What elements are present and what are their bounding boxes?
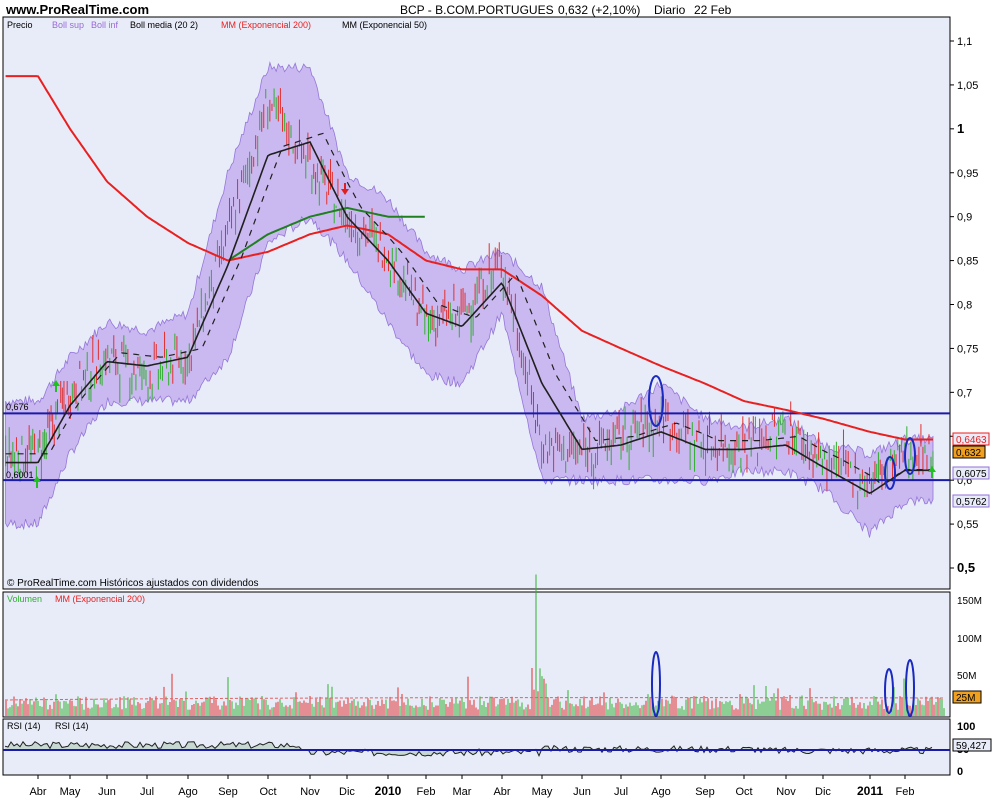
rsi-tick-100: 100 (957, 721, 975, 733)
price-badges: 0,6463 0,632 0,6075 0,5762 (952, 432, 990, 508)
volume-axis: 150M 100M 50M 25M (952, 596, 982, 704)
price-tick-label: 0,9 (957, 212, 972, 224)
price-tick-label: 0,75 (957, 343, 978, 355)
instrument-title: BCP - B.COM.PORTUGUES (400, 3, 554, 17)
x-tick-label: Feb (896, 786, 915, 798)
hline-lower-label: 0,6001 (6, 470, 34, 480)
x-tick-label: 2010 (375, 784, 402, 798)
x-tick-label: May (60, 786, 81, 798)
site-name[interactable]: www.ProRealTime.com (5, 2, 149, 17)
price-tick-label: 0,55 (957, 519, 978, 531)
price-tick-label: 1,1 (957, 36, 972, 48)
price-tick-label: 0,85 (957, 256, 978, 268)
price-tick-label: 1 (957, 121, 964, 136)
price-axis: 1,11,0510,950,90,850,80,750,70,650,60,55… (950, 36, 978, 575)
badge-ema200: 0,6463 (956, 435, 987, 446)
x-tick-label: Ago (178, 786, 198, 798)
legend-volume: Volumen (7, 594, 42, 604)
x-tick-label: May (532, 786, 553, 798)
x-tick-label: Abr (29, 786, 46, 798)
legend-vol-ema: MM (Exponencial 200) (55, 594, 145, 604)
legend-rsi-b: RSI (14) (55, 721, 89, 731)
price-tick-label: 0,5 (957, 560, 975, 575)
legend-boll-inf: Boll inf (91, 20, 119, 30)
badge-upper: 0,6075 (956, 469, 987, 480)
volume-panel (2, 591, 951, 718)
x-tick-label: Sep (218, 786, 238, 798)
x-tick-label: Feb (417, 786, 436, 798)
x-tick-label: Jul (140, 786, 154, 798)
vol-tick-100: 100M (957, 634, 982, 645)
x-tick-label: Jun (573, 786, 591, 798)
legend-boll-media: Boll media (20 2) (130, 20, 198, 30)
stock-chart: www.ProRealTime.com BCP - B.COM.PORTUGUE… (2, 2, 992, 798)
vol-tick-150: 150M (957, 596, 982, 607)
rsi-axis: 100 50 0 59,427 (952, 721, 992, 778)
x-tick-label: Mar (453, 786, 472, 798)
rsi-tick-0: 0 (957, 766, 963, 778)
vol-tick-50: 50M (957, 671, 976, 682)
price-tick-label: 0,7 (957, 387, 972, 399)
x-tick-label: Oct (735, 786, 752, 798)
date-label: 22 Feb (694, 3, 732, 17)
legend-ema50: MM (Exponencial 50) (342, 20, 427, 30)
x-tick-label: Jun (98, 786, 116, 798)
x-tick-label: Ago (651, 786, 671, 798)
legend-rsi-a: RSI (14) (7, 721, 41, 731)
chart-header: www.ProRealTime.com BCP - B.COM.PORTUGUE… (5, 2, 732, 17)
x-tick-label: Dic (815, 786, 831, 798)
hline-upper-label: 0,676 (6, 402, 29, 412)
x-tick-label: Nov (776, 786, 796, 798)
vol-badge: 25M (956, 693, 975, 704)
legend-boll-sup: Boll sup (52, 20, 84, 30)
badge-lower: 0,5762 (956, 497, 987, 508)
copyright-note: © ProRealTime.com Históricos ajustados c… (7, 578, 259, 589)
price-tick-label: 0,8 (957, 300, 972, 312)
period-label: Diario (654, 3, 686, 17)
x-tick-label: Nov (300, 786, 320, 798)
x-tick-label: Abr (493, 786, 510, 798)
badge-last: 0,632 (956, 448, 981, 459)
last-price: 0,632 (+2,10%) (558, 3, 640, 17)
x-tick-label: Jul (614, 786, 628, 798)
x-tick-label: 2011 (857, 784, 883, 798)
legend-price: Precio (7, 20, 33, 30)
x-tick-label: Oct (259, 786, 276, 798)
x-tick-label: Dic (339, 786, 355, 798)
price-tick-label: 0,95 (957, 168, 978, 180)
rsi-badge: 59,427 (956, 741, 987, 752)
x-tick-label: Sep (695, 786, 715, 798)
price-tick-label: 1,05 (957, 80, 978, 92)
x-axis: Abr May Jun Jul Ago Sep Oct Nov Dic 2010 Feb Mar Abr… (29, 775, 914, 798)
legend-ema200: MM (Exponencial 200) (221, 20, 311, 30)
